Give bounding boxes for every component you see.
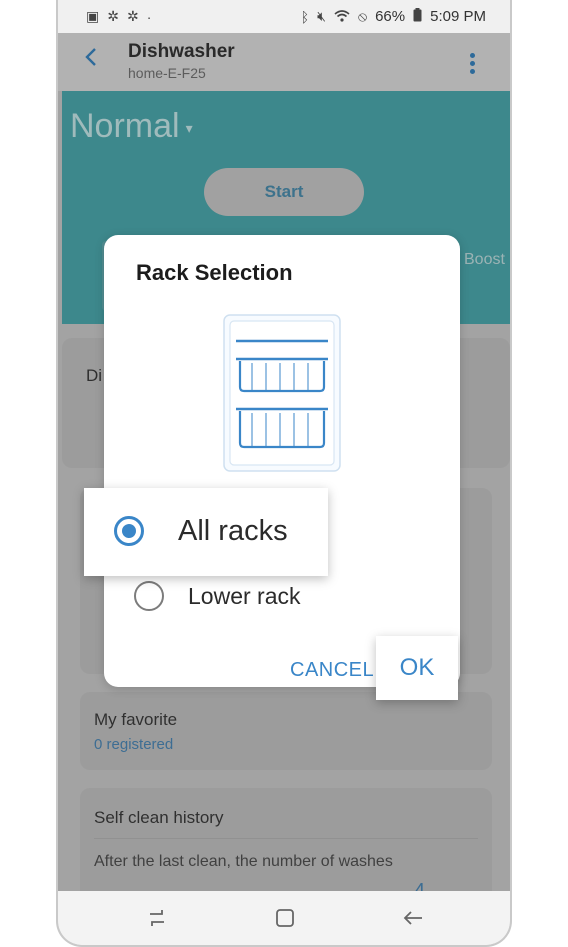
favorite-count: 0 registered: [94, 736, 174, 753]
recent-apps-icon[interactable]: [144, 905, 170, 931]
ok-button[interactable]: OK: [376, 636, 458, 700]
bluetooth-icon: ᛒ: [300, 8, 310, 25]
option-all-racks-label: All racks: [178, 515, 288, 547]
divider: [94, 838, 478, 839]
favorite-card[interactable]: [80, 692, 492, 770]
status-bar: ▣ ✲ ✲ · ᛒ 🔇︎ ⦸ 66% 5:09 PM: [58, 0, 510, 33]
device-name: home-E-F25: [128, 65, 206, 81]
cancel-button[interactable]: CANCEL: [290, 659, 374, 682]
mode-selector[interactable]: Normal ▾: [70, 107, 193, 146]
dropdown-caret-icon: ▾: [185, 119, 193, 136]
rack-selection-dialog: Rack Selection Lower rack CANCEL: [104, 235, 460, 687]
self-clean-title: Self clean history: [94, 808, 224, 827]
info-card-label: Di: [86, 366, 103, 385]
phone-frame: ▣ ✲ ✲ · ᛒ 🔇︎ ⦸ 66% 5:09 PM Dishwasher ho…: [56, 0, 512, 947]
self-clean-desc: After the last clean, the number of wash…: [94, 853, 393, 870]
app-title: Dishwasher: [128, 41, 235, 62]
option-lower-rack-label: Lower rack: [188, 583, 301, 609]
self-clean-card: [80, 788, 492, 908]
wifi-icon: [334, 9, 350, 25]
dialog-title: Rack Selection: [136, 260, 293, 285]
do-not-disturb-icon: ⦸: [357, 8, 368, 24]
start-button[interactable]: Start: [204, 168, 364, 216]
dishwasher-racks-icon: [223, 314, 341, 472]
mode-label: Normal: [70, 107, 180, 145]
navigation-bar: [58, 891, 510, 945]
favorite-title: My favorite: [94, 710, 178, 729]
home-icon[interactable]: [272, 905, 298, 931]
pinwheel-icon: ✲: [126, 8, 139, 24]
radio-button-selected[interactable]: [114, 516, 144, 546]
more-options-icon[interactable]: [470, 53, 476, 75]
boost-option-label: Boost: [464, 251, 505, 268]
back-arrow-icon[interactable]: [84, 47, 98, 67]
clock: 5:09 PM: [430, 8, 486, 25]
mute-icon: 🔇︎: [317, 8, 326, 24]
battery-icon: [413, 8, 422, 25]
option-all-racks[interactable]: All racks: [84, 488, 328, 576]
back-icon[interactable]: [400, 905, 426, 931]
radio-button-unselected[interactable]: [134, 581, 164, 611]
app-bar: Dishwasher home-E-F25: [58, 33, 510, 91]
battery-percent: 66%: [375, 8, 406, 25]
gallery-icon: ▣: [86, 8, 100, 24]
dot-icon: ·: [146, 8, 152, 25]
pinwheel-icon: ✲: [107, 8, 119, 24]
